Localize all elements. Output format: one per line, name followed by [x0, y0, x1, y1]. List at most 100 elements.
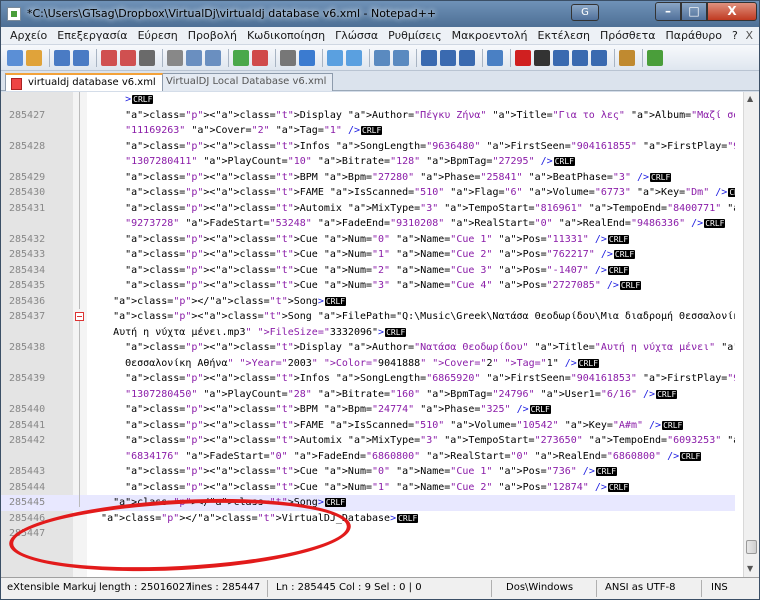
editor-line[interactable]: 285429 "a">class="p"><"a">class="t">BPM … [1, 170, 735, 186]
play-icon[interactable] [553, 49, 569, 66]
editor-line[interactable]: 285432 "a">class="p"><"a">class="t">Cue … [1, 232, 735, 248]
open-file-icon[interactable] [26, 49, 42, 66]
eol-marker: CRLF [607, 234, 630, 244]
line-code: "a">class="p"><"a">class="t">Infos "a">S… [125, 140, 735, 152]
editor-line[interactable]: Αυτή η νύχτα μένει.mp3" ">FileSize="3332… [1, 325, 735, 341]
editor-line[interactable]: "6834176" "a">FadeStart="0" "a">FadeEnd=… [1, 449, 735, 465]
editor-line[interactable]: 285441 "a">class="p"><"a">class="t">FAME… [1, 418, 735, 434]
menu-edit[interactable]: Επεξεργασία [52, 29, 132, 42]
tab-virtualdj-database[interactable]: virtualdj database v6.xml [5, 73, 163, 91]
editor-line[interactable]: 285434 "a">class="p"><"a">class="t">Cue … [1, 263, 735, 279]
redo-icon[interactable] [252, 49, 268, 66]
editor-line[interactable]: 285446 "a">class="p"></"a">class="t">Vir… [1, 511, 735, 527]
scroll-up-arrow-icon[interactable]: ▲ [747, 94, 753, 103]
menu-window[interactable]: Παράθυρο [660, 29, 727, 42]
zoom-in-icon[interactable] [327, 49, 343, 66]
editor-line[interactable]: 285433 "a">class="p"><"a">class="t">Cue … [1, 247, 735, 263]
menu-encoding[interactable]: Κωδικοποίηση [242, 29, 330, 42]
menu-file[interactable]: Αρχείο [5, 29, 52, 42]
line-number: 285431 [9, 202, 46, 214]
editor-line[interactable]: "9273728" "a">FadeStart="53248" "a">Fade… [1, 216, 735, 232]
copy-icon[interactable] [186, 49, 202, 66]
editor-line[interactable]: 285447 [1, 526, 735, 542]
zoom-out-icon[interactable] [346, 49, 362, 66]
maximize-button[interactable]: □ [681, 2, 707, 21]
editor-line[interactable]: Θεσσαλονίκη Αθήνα" ">Year="2003" ">Color… [1, 356, 735, 372]
stop-icon[interactable] [534, 49, 550, 66]
editor-line[interactable]: 285431 "a">class="p"><"a">class="t">Auto… [1, 201, 735, 217]
play-multi-icon[interactable] [572, 49, 588, 66]
editor-line[interactable]: 285437 "a">class="p"><"a">class="t">Song… [1, 309, 735, 325]
editor-line[interactable]: 285438 "a">class="p"><"a">class="t">Disp… [1, 340, 735, 356]
folder-icon[interactable] [487, 49, 503, 66]
line-code: Θεσσαλονίκη Αθήνα" ">Year="2003" ">Color… [89, 357, 600, 369]
line-code: "a">class="p"></"a">class="t">Song> CRLF [113, 497, 347, 508]
find-icon[interactable] [280, 49, 296, 66]
eol-marker: CRLF [397, 513, 419, 523]
sync-v-icon[interactable] [374, 49, 390, 66]
menu-help[interactable]: ? [727, 29, 743, 42]
spellcheck-icon[interactable] [647, 49, 663, 66]
save-icon[interactable] [54, 49, 70, 66]
editor-line[interactable]: 285440 "a">class="p"><"a">class="t">BPM … [1, 402, 735, 418]
eol-marker: CRLF [662, 420, 684, 430]
text-editor[interactable]: > CRLF 285427 "a">class="p"><"a">class="t"… [1, 92, 759, 577]
editor-line[interactable]: 285443 "a">class="p"><"a">class="t">Cue … [1, 464, 735, 480]
scroll-down-arrow-icon[interactable]: ▼ [747, 564, 753, 573]
editor-line[interactable]: > CRLF [1, 92, 735, 108]
extra-caption-button[interactable]: G [571, 4, 599, 21]
close-icon[interactable] [101, 49, 117, 66]
close-all-icon[interactable] [120, 49, 136, 66]
editor-line[interactable]: 285430 "a">class="p"><"a">class="t">FAME… [1, 185, 735, 201]
line-number: 285435 [9, 280, 46, 291]
menu-plugins[interactable]: Πρόσθετα [595, 29, 661, 42]
menu-macro[interactable]: Μακροεντολή [447, 29, 533, 42]
paste-icon[interactable] [205, 49, 221, 66]
all-chars-icon[interactable] [440, 49, 456, 66]
editor-line[interactable]: "1307280450" "a">PlayCount="28" "a">Bitr… [1, 387, 735, 403]
indent-guide-icon[interactable] [459, 49, 475, 66]
scrollbar-thumb[interactable] [746, 540, 757, 554]
line-number: 285440 [9, 404, 46, 415]
toolbar-separator [228, 48, 229, 67]
minimize-button[interactable]: – [655, 2, 681, 21]
editor-line[interactable]: 285427 "a">class="p"><"a">class="t">Disp… [1, 108, 735, 124]
undo-icon[interactable] [233, 49, 249, 66]
editor-line[interactable]: 285445 "a">class="p"></"a">class="t">Son… [1, 495, 735, 511]
editor-line[interactable]: 285435 "a">class="p"><"a">class="t">Cue … [1, 278, 735, 294]
menu-settings[interactable]: Ρυθμίσεις [383, 29, 447, 42]
editor-line[interactable]: 285444 "a">class="p"><"a">class="t">Cue … [1, 480, 735, 496]
menu-language[interactable]: Γλώσσα [330, 29, 383, 42]
close-document-button[interactable]: X [745, 29, 753, 42]
print-icon[interactable] [139, 49, 155, 66]
tab-bar: virtualdj database v6.xml VirtualDJ Loca… [1, 71, 759, 91]
editor-line[interactable]: 285439 "a">class="p"><"a">class="t">Info… [1, 371, 735, 387]
vertical-scrollbar[interactable]: ▲ ▼ [743, 92, 759, 577]
save-macro-icon[interactable] [591, 49, 607, 66]
cut-icon[interactable] [167, 49, 183, 66]
notepad-app-icon[interactable] [7, 7, 21, 21]
editor-line[interactable]: 285442 "a">class="p"><"a">class="t">Auto… [1, 433, 735, 449]
close-window-button[interactable]: X [707, 2, 757, 21]
title-bar[interactable]: *C:\Users\GTsag\Dropbox\VirtualDj\virtua… [1, 1, 759, 27]
menu-search[interactable]: Εύρεση [133, 29, 183, 42]
record-icon[interactable] [515, 49, 531, 66]
menu-view[interactable]: Προβολή [183, 29, 242, 42]
editor-line[interactable]: 285436 "a">class="p"></"a">class="t">Son… [1, 294, 735, 310]
line-code: Αυτή η νύχτα μένει.mp3" ">FileSize="3332… [89, 326, 407, 338]
replace-icon[interactable] [299, 49, 315, 66]
new-file-icon[interactable] [7, 49, 23, 66]
window-title: *C:\Users\GTsag\Dropbox\VirtualDj\virtua… [27, 7, 437, 20]
editor-line[interactable]: "11169263" "a">Cover="2" "a">Tag="1" /> C… [1, 123, 735, 139]
fold-collapse-icon[interactable] [75, 312, 84, 321]
sync-h-icon[interactable] [393, 49, 409, 66]
toolbar-separator [510, 48, 511, 67]
editor-line[interactable]: 285428 "a">class="p"><"a">class="t">Info… [1, 139, 735, 155]
tab-virtualdj-local-database[interactable]: VirtualDJ Local Database v6.xml [143, 73, 334, 91]
run-icon[interactable] [619, 49, 635, 66]
menu-run[interactable]: Εκτέλεση [533, 29, 595, 42]
word-wrap-icon[interactable] [421, 49, 437, 66]
save-all-icon[interactable] [73, 49, 89, 66]
line-number: 285441 [9, 419, 46, 431]
editor-line[interactable]: "1307280411" "a">PlayCount="10" "a">Bitr… [1, 154, 735, 170]
